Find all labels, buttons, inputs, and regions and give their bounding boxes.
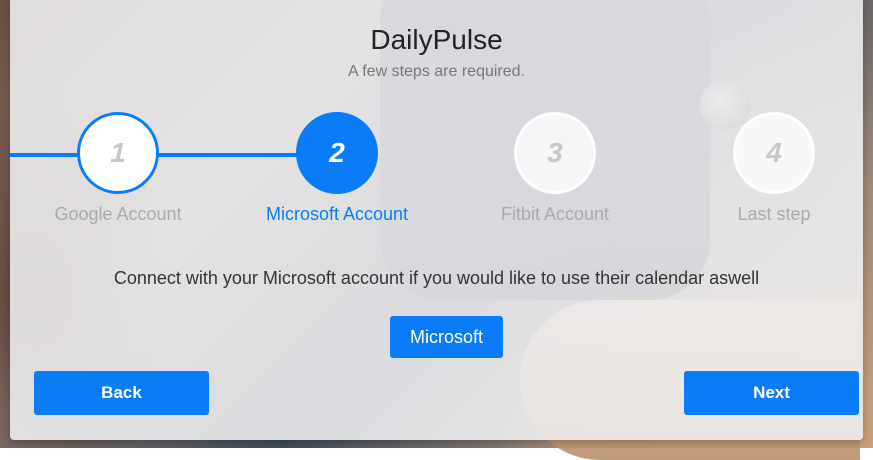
step-2-circle: 2 <box>296 112 378 194</box>
microsoft-connect-button[interactable]: Microsoft <box>390 316 503 358</box>
step-2-label: Microsoft Account <box>265 204 409 224</box>
step-3-label: Fitbit Account <box>500 204 610 224</box>
step-3-circle: 3 <box>514 112 596 194</box>
step-3-number: 3 <box>547 137 563 168</box>
step-2-number: 2 <box>329 137 345 168</box>
step-1-number: 1 <box>110 137 126 168</box>
step-4-circle: 4 <box>733 112 815 194</box>
step-4-label: Last step <box>737 204 811 224</box>
app-title: DailyPulse <box>370 24 503 55</box>
app-subtitle: A few steps are required. <box>348 63 525 80</box>
step-1-label: Google Account <box>54 204 182 224</box>
step-instruction-text: Connect with your Microsoft account if y… <box>113 268 760 288</box>
step-1-circle: 1 <box>77 112 159 194</box>
step-4-number: 4 <box>766 137 782 168</box>
next-button[interactable]: Next <box>684 371 859 415</box>
back-button[interactable]: Back <box>34 371 209 415</box>
onboarding-dialog: DailyPulse A few steps are required. 1 G… <box>10 0 863 440</box>
